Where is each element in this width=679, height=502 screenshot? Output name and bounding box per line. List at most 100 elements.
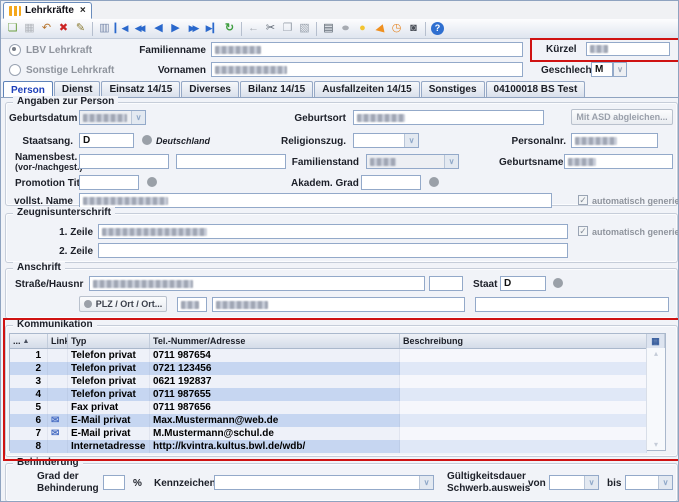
tab-ausfallzeiten[interactable]: Ausfallzeiten 14/15 bbox=[314, 81, 419, 97]
grad-field[interactable] bbox=[103, 475, 125, 490]
table-row[interactable]: 8 Internetadresse http://kvintra.kultus.… bbox=[10, 440, 647, 453]
kennzeichen-combo[interactable]: ∨ bbox=[214, 475, 434, 490]
refresh-icon[interactable]: ↻ bbox=[221, 21, 238, 37]
scroll-up-icon[interactable]: ▴ bbox=[647, 349, 665, 358]
scroll-down-icon[interactable]: ▾ bbox=[647, 440, 665, 449]
goto-record-icon[interactable]: ▥ bbox=[96, 21, 113, 37]
table-row[interactable]: 2 Telefon privat 0721 123456 bbox=[10, 362, 647, 375]
personalnr-field[interactable] bbox=[571, 133, 658, 148]
tab-dienst[interactable]: Dienst bbox=[54, 81, 101, 97]
delete-icon[interactable]: ✖ bbox=[55, 21, 72, 37]
hausnr-zusatz-field[interactable] bbox=[429, 276, 463, 291]
staat-catalog-icon[interactable] bbox=[553, 278, 563, 288]
familienname-field[interactable] bbox=[211, 42, 523, 57]
religionszug-combo[interactable]: ∨ bbox=[353, 133, 419, 148]
geschlecht-dropdown-arrow[interactable]: ∨ bbox=[613, 62, 627, 77]
col-header-adresse[interactable]: Tel.-Nummer/Adresse bbox=[150, 334, 400, 348]
reminder-clock-icon[interactable]: ◷ bbox=[388, 21, 405, 37]
previous-record-icon[interactable]: ◀ bbox=[150, 21, 167, 37]
first-record-icon[interactable]: ▎◀ bbox=[113, 21, 130, 37]
bis-dropdown-arrow[interactable]: ∨ bbox=[658, 476, 672, 489]
table-row[interactable]: 4 Telefon privat 0711 987655 bbox=[10, 388, 647, 401]
typ-cell: E-Mail privat bbox=[68, 414, 150, 427]
table-row[interactable]: 5 Fax privat 0711 987656 bbox=[10, 401, 647, 414]
next-record-icon[interactable]: ▶ bbox=[167, 21, 184, 37]
geburtsort-field[interactable] bbox=[353, 110, 544, 125]
zeile1-field[interactable] bbox=[98, 224, 568, 239]
ort-field[interactable] bbox=[212, 297, 465, 312]
kuerzel-field[interactable] bbox=[586, 42, 670, 56]
tab-bilanz[interactable]: Bilanz 14/15 bbox=[240, 81, 313, 97]
doc-tab-lehrkraefte[interactable]: Lehrkräfte × bbox=[3, 2, 92, 19]
geschlecht-field[interactable]: M bbox=[591, 62, 613, 77]
col-header-typ[interactable]: Typ bbox=[68, 334, 150, 348]
table-row[interactable]: 6 ✉ E-Mail privat Max.Mustermann@web.de bbox=[10, 414, 647, 427]
col-header-nr[interactable]: ...▲ bbox=[10, 334, 48, 348]
promotion-titel-field[interactable] bbox=[79, 175, 139, 190]
save-icon[interactable]: ▦ bbox=[21, 21, 38, 37]
familienstand-dropdown-arrow[interactable]: ∨ bbox=[444, 155, 458, 168]
table-settings-icon[interactable]: ▦ bbox=[647, 334, 665, 348]
namensbest-nach-field[interactable] bbox=[176, 154, 286, 169]
help-icon[interactable]: ? bbox=[429, 21, 446, 37]
tab-diverses[interactable]: Diverses bbox=[181, 81, 239, 97]
tab-bs-test[interactable]: 04100018 BS Test bbox=[486, 81, 586, 97]
cut-icon[interactable]: ✂ bbox=[262, 21, 279, 37]
copy-icon[interactable]: ❐ bbox=[279, 21, 296, 37]
staatsang-catalog-icon[interactable] bbox=[142, 135, 152, 145]
plz-field[interactable] bbox=[177, 297, 207, 312]
typ-cell: E-Mail privat bbox=[68, 427, 150, 440]
familienstand-combo[interactable]: ∨ bbox=[366, 154, 459, 169]
vollst-name-field[interactable] bbox=[79, 193, 552, 208]
geburtsdatum-dropdown-arrow[interactable]: ∨ bbox=[131, 111, 145, 124]
zeile2-field[interactable] bbox=[98, 243, 568, 258]
promotion-catalog-icon[interactable] bbox=[147, 177, 157, 187]
edit-icon[interactable]: ✎ bbox=[72, 21, 89, 37]
announcement-megaphone-icon[interactable]: ◀ bbox=[370, 19, 390, 38]
religionszug-dropdown-arrow[interactable]: ∨ bbox=[404, 134, 418, 147]
vornamen-field[interactable] bbox=[211, 62, 523, 77]
close-tab-icon[interactable]: × bbox=[80, 5, 86, 16]
akadem-grad-catalog-icon[interactable] bbox=[429, 177, 439, 187]
radio-lbv-lehrkraft[interactable]: LBV Lehrkraft bbox=[9, 44, 92, 56]
staat-value: D bbox=[504, 278, 511, 289]
tab-einsatz[interactable]: Einsatz 14/15 bbox=[101, 81, 180, 97]
von-dropdown-arrow[interactable]: ∨ bbox=[584, 476, 598, 489]
geburtsdatum-combo[interactable]: ∨ bbox=[79, 110, 146, 125]
next-fast-icon[interactable]: ▶▶ bbox=[184, 21, 204, 37]
row-number: 8 bbox=[10, 440, 48, 453]
group-title-behinderung: Behinderung bbox=[13, 457, 83, 468]
radio-sonstige-lehrkraft[interactable]: Sonstige Lehrkraft bbox=[9, 64, 114, 76]
paste-icon[interactable]: ▧ bbox=[296, 21, 313, 37]
photo-icon[interactable]: ◙ bbox=[405, 21, 422, 37]
bis-combo[interactable]: ∨ bbox=[625, 475, 673, 490]
plz-ort-button[interactable]: PLZ / Ort / Ort... bbox=[79, 296, 167, 312]
col-header-link[interactable]: Link bbox=[48, 334, 68, 348]
geburtsname-field[interactable] bbox=[564, 154, 673, 169]
vollst-name-label: vollst. Name bbox=[9, 196, 73, 207]
last-record-icon[interactable]: ▶▎ bbox=[204, 21, 221, 37]
vollst-name-autogen-checkbox[interactable]: ✓ bbox=[578, 195, 588, 205]
zeile1-autogen-checkbox[interactable]: ✓ bbox=[578, 226, 588, 236]
ortsteil-field[interactable] bbox=[475, 297, 669, 312]
new-record-icon[interactable]: ❏ bbox=[4, 21, 21, 37]
kennzeichen-dropdown-arrow[interactable]: ∨ bbox=[419, 476, 433, 489]
kommunikation-table-header: ...▲ Link Typ Tel.-Nummer/Adresse Beschr… bbox=[10, 334, 665, 349]
asd-abgleichen-button[interactable]: Mit ASD abgleichen... bbox=[571, 109, 673, 125]
strasse-field[interactable] bbox=[89, 276, 425, 291]
back-arrow-icon[interactable]: ← bbox=[245, 21, 262, 37]
col-header-beschreibung[interactable]: Beschreibung bbox=[400, 334, 647, 348]
table-row[interactable]: 3 Telefon privat 0621 192837 bbox=[10, 375, 647, 388]
akadem-grad-field[interactable] bbox=[361, 175, 421, 190]
link-cell bbox=[48, 388, 68, 401]
table-row[interactable]: 1 Telefon privat 0711 987654 bbox=[10, 349, 647, 362]
undo-icon[interactable]: ↶ bbox=[38, 21, 55, 37]
von-combo[interactable]: ∨ bbox=[549, 475, 599, 490]
namensbest-vor-field[interactable] bbox=[79, 154, 169, 169]
staatsang-field[interactable]: D bbox=[79, 133, 134, 148]
previous-fast-icon[interactable]: ◀◀ bbox=[130, 21, 150, 37]
staat-field[interactable]: D bbox=[500, 276, 546, 291]
tab-sonstiges[interactable]: Sonstiges bbox=[421, 81, 485, 97]
table-scrollbar[interactable]: ▴ ▾ bbox=[646, 348, 665, 450]
table-row[interactable]: 7 ✉ E-Mail privat M.Mustermann@schul.de bbox=[10, 427, 647, 440]
